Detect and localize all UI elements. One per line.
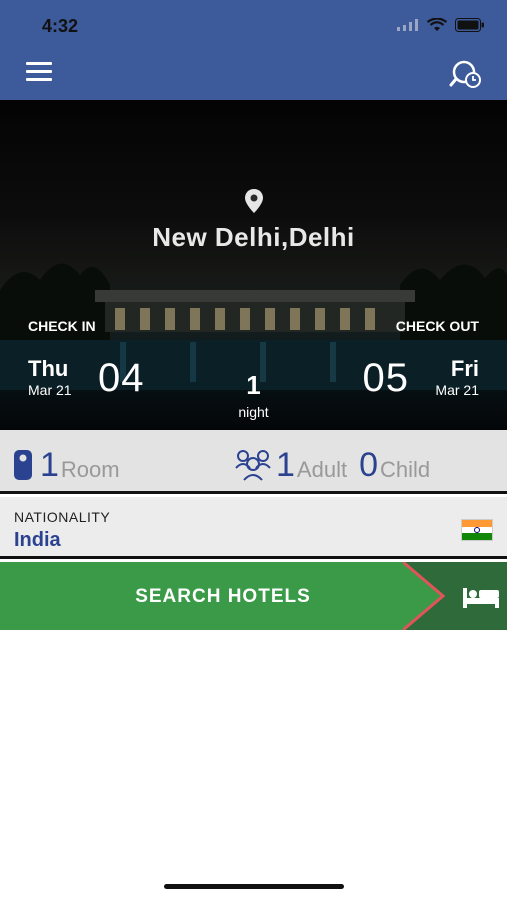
- search-history-icon[interactable]: [449, 58, 483, 90]
- check-out-month[interactable]: Mar 21: [435, 382, 479, 398]
- search-arrow-cap: [403, 562, 507, 630]
- nights-label: night: [238, 404, 269, 420]
- room-label: Room: [60, 457, 120, 482]
- check-in-label: CHECK IN: [28, 318, 96, 334]
- nationality-value: India: [14, 529, 61, 551]
- guests-group-icon: [235, 450, 271, 481]
- nationality-selector[interactable]: NATIONALITY India: [0, 497, 507, 559]
- check-out-label: CHECK OUT: [395, 318, 479, 334]
- check-out-date[interactable]: 05: [363, 356, 410, 401]
- battery-icon: [455, 18, 484, 32]
- status-time: 4:32: [42, 16, 79, 36]
- signal-icon: [397, 19, 418, 31]
- hamburger-menu-icon[interactable]: [26, 62, 52, 84]
- guest-selector[interactable]: 1 Adult 0 Child: [234, 442, 430, 482]
- child-count: 0: [359, 446, 378, 484]
- room-selector[interactable]: 1 Room: [12, 442, 120, 482]
- wifi-icon: [427, 18, 447, 31]
- adult-label: Adult: [296, 457, 348, 482]
- search-hotels-label: SEARCH HOTELS: [135, 586, 311, 607]
- status-icons: [397, 18, 485, 32]
- nights-count: 1: [246, 370, 261, 400]
- child-label: Child: [380, 457, 431, 482]
- home-indicator[interactable]: [164, 884, 344, 889]
- adult-count: 1: [276, 446, 295, 484]
- search-hotels-button[interactable]: SEARCH HOTELS: [0, 562, 507, 630]
- guests-selector: 1 Room 1 Adult 0 Child: [0, 430, 507, 494]
- nationality-label: NATIONALITY: [14, 509, 111, 525]
- destination-city[interactable]: New Delhi,Delhi: [0, 222, 507, 253]
- location-pin-icon: [245, 189, 263, 213]
- status-bar: 4:32: [0, 0, 507, 48]
- check-out-weekday[interactable]: Fri: [451, 356, 479, 382]
- room-count: 1: [40, 446, 59, 484]
- room-door-hanger-icon: [14, 450, 32, 480]
- top-nav-bar: [0, 48, 507, 100]
- hero-destination-panel[interactable]: New Delhi,Delhi CHECK IN CHECK OUT Thu M…: [0, 100, 507, 430]
- india-flag-icon: [461, 519, 493, 541]
